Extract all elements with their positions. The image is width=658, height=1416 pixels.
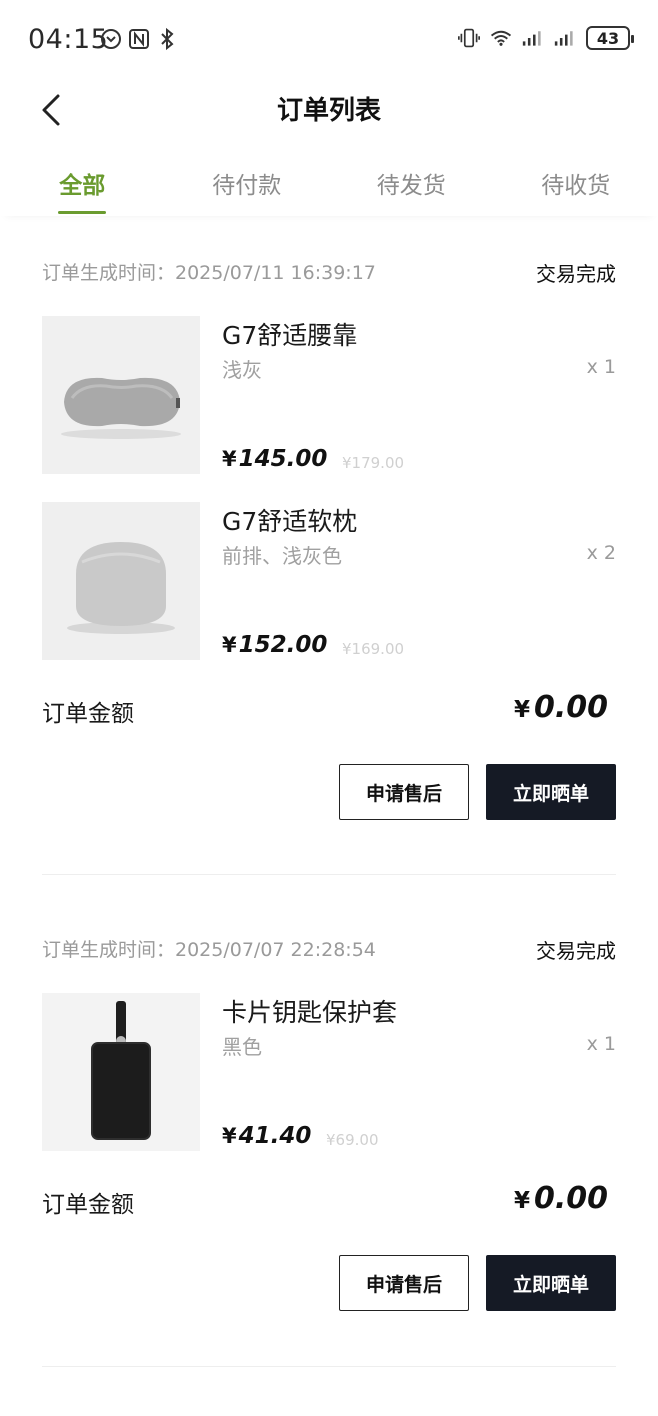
product-image-lumbar-cushion: [42, 316, 200, 474]
review-button[interactable]: 立即晒单: [486, 764, 616, 820]
product-price: ¥41.40: [222, 1123, 311, 1149]
order-total-label: 订单金额: [42, 701, 134, 727]
product-image-soft-pillow: [42, 502, 200, 660]
product-spec: 浅灰: [222, 358, 262, 382]
product-original-price: ¥169.00: [342, 640, 405, 658]
product-qty: x 1: [586, 356, 616, 378]
order-time: 订单生成时间：2025/07/11 16:39:17: [42, 262, 376, 284]
order-tabs: 全部 待付款 待发货 待收货: [0, 150, 658, 216]
bluetooth-icon: [156, 27, 178, 51]
order-time: 订单生成时间：2025/07/07 22:28:54: [42, 939, 376, 961]
page-title: 订单列表: [276, 96, 381, 126]
order-item[interactable]: G7舒适软枕 前排、浅灰色 x 2 ¥152.00 ¥169.00: [42, 502, 616, 660]
tab-pending-payment[interactable]: 待付款: [165, 150, 330, 216]
currency-symbol: ¥: [513, 697, 530, 723]
tab-pending-shipment[interactable]: 待发货: [329, 150, 494, 216]
battery-indicator: 43: [586, 26, 634, 50]
order-status: 交易完成: [536, 939, 616, 963]
currency-symbol: ¥: [222, 447, 237, 471]
order-card[interactable]: 订单生成时间：2025/07/07 22:28:54 交易完成 卡片钥匙保护套 …: [42, 935, 616, 1311]
product-name: 卡片钥匙保护套: [222, 998, 398, 1027]
accessibility-icon: [100, 27, 122, 51]
order-status: 交易完成: [536, 262, 616, 286]
product-price: ¥145.00: [222, 446, 327, 472]
product-name: G7舒适腰靠: [222, 321, 358, 350]
status-bar: 04:15 43: [0, 0, 658, 80]
signal-icon: [522, 26, 544, 50]
tab-pending-receipt[interactable]: 待收货: [494, 150, 658, 216]
signal-icon-2: [554, 26, 576, 50]
status-time: 04:15: [28, 24, 109, 55]
product-price: ¥152.00: [222, 632, 327, 658]
order-total-amount: ¥0.00: [514, 1181, 608, 1216]
order-total-amount: ¥0.00: [514, 690, 608, 725]
order-actions: 申请售后 立即晒单: [42, 1255, 616, 1311]
wifi-icon: [490, 26, 512, 50]
currency-symbol: ¥: [222, 633, 237, 657]
product-image-card-key-cover: [42, 993, 200, 1151]
product-spec: 前排、浅灰色: [222, 544, 342, 568]
order-total-value: 0.00: [533, 1181, 608, 1216]
product-qty: x 2: [586, 542, 616, 564]
product-name: G7舒适软枕: [222, 507, 358, 536]
header: 订单列表: [0, 80, 658, 140]
product-price-value: 152.00: [238, 632, 328, 658]
tab-all[interactable]: 全部: [0, 150, 165, 216]
product-qty: x 1: [586, 1033, 616, 1055]
order-divider: [42, 1366, 616, 1367]
after-sale-button[interactable]: 申请售后: [339, 764, 469, 820]
currency-symbol: ¥: [513, 1188, 530, 1214]
product-spec: 黑色: [222, 1035, 262, 1059]
product-price-value: 41.40: [238, 1123, 312, 1149]
review-button[interactable]: 立即晒单: [486, 1255, 616, 1311]
order-total-row: 订单金额 ¥0.00: [42, 1181, 616, 1231]
order-item[interactable]: 卡片钥匙保护套 黑色 x 1 ¥41.40 ¥69.00: [42, 993, 616, 1151]
after-sale-button[interactable]: 申请售后: [339, 1255, 469, 1311]
product-price-value: 145.00: [238, 446, 328, 472]
nfc-icon: [128, 27, 150, 51]
order-total-row: 订单金额 ¥0.00: [42, 690, 616, 740]
order-divider: [42, 874, 616, 875]
order-item[interactable]: G7舒适腰靠 浅灰 x 1 ¥145.00 ¥179.00: [42, 316, 616, 474]
product-original-price: ¥69.00: [326, 1131, 379, 1149]
order-total-label: 订单金额: [42, 1192, 134, 1218]
currency-symbol: ¥: [222, 1124, 237, 1148]
order-actions: 申请售后 立即晒单: [42, 764, 616, 820]
product-original-price: ¥179.00: [342, 454, 405, 472]
order-card[interactable]: 订单生成时间：2025/07/11 16:39:17 交易完成 G7舒适腰靠 浅…: [42, 258, 616, 820]
vibrate-icon: [458, 26, 480, 50]
order-total-value: 0.00: [533, 690, 608, 725]
